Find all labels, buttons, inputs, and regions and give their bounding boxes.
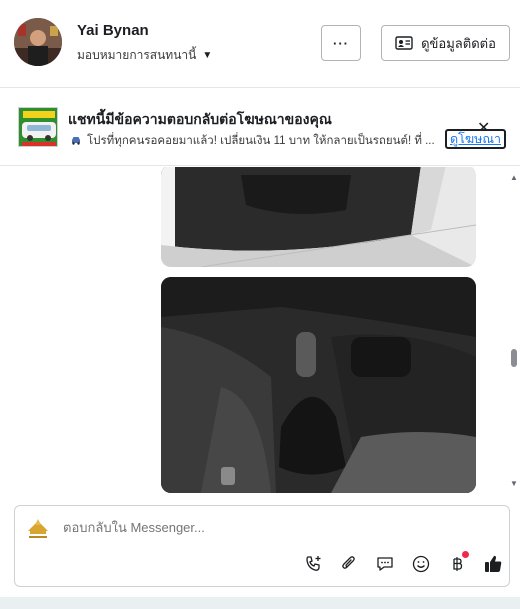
message-photo-gear-shift[interactable]	[161, 277, 476, 493]
assign-conversation-dropdown[interactable]: มอบหมายการสนทนานี้ ▼	[77, 46, 212, 65]
message-input[interactable]	[63, 520, 463, 535]
message-photo-car-door[interactable]	[161, 167, 476, 267]
more-options-label: ···	[333, 35, 349, 51]
ad-thumbnail[interactable]	[18, 107, 58, 147]
message-thread[interactable]	[0, 167, 520, 493]
scroll-down-arrow-icon[interactable]: ▼	[510, 479, 518, 488]
contact-name: Yai Bynan	[77, 22, 149, 39]
more-options-button[interactable]: ···	[321, 25, 361, 61]
view-ad-link[interactable]: ดูโฆษณา	[445, 129, 506, 149]
ad-preview-text: โปรที่ทุกคนรอคอยมาแล้ว! เปลี่ยนเงิน 11 บ…	[70, 132, 440, 150]
phone-plus-icon[interactable]	[295, 552, 331, 576]
bottom-strip	[0, 597, 520, 609]
ad-reply-banner: แชทนี้มีข้อความตอบกลับต่อโฆษณาของคุณ โปร…	[0, 88, 520, 166]
chat-bubble-icon[interactable]	[367, 552, 403, 576]
smiley-icon[interactable]	[403, 552, 439, 576]
avatar[interactable]	[14, 18, 62, 66]
thumbs-up-icon[interactable]	[475, 552, 511, 576]
scroll-up-arrow-icon[interactable]: ▲	[510, 173, 518, 182]
scrollbar-thumb[interactable]	[511, 349, 517, 367]
baht-icon[interactable]	[439, 551, 475, 576]
notification-dot	[462, 551, 469, 558]
contact-card-icon	[395, 36, 413, 50]
composer-toolbar	[295, 551, 511, 576]
page-avatar	[25, 516, 51, 542]
thread-scrollbar[interactable]: ▲ ▼	[508, 167, 520, 493]
contact-info-label: ดูข้อมูลติดต่อ	[421, 35, 496, 51]
message-composer	[14, 505, 510, 587]
conversation-header: Yai Bynan มอบหมายการสนทนานี้ ▼ ··· ดูข้อ…	[0, 0, 520, 88]
ad-preview-label: โปรที่ทุกคนรอคอยมาแล้ว! เปลี่ยนเงิน 11 บ…	[87, 135, 435, 147]
view-contact-info-button[interactable]: ดูข้อมูลติดต่อ	[381, 25, 510, 61]
paperclip-icon[interactable]	[331, 552, 367, 576]
caret-down-icon: ▼	[202, 50, 213, 61]
car-icon	[70, 135, 82, 148]
assign-label: มอบหมายการสนทนานี้	[77, 48, 197, 62]
ad-banner-title: แชทนี้มีข้อความตอบกลับต่อโฆษณาของคุณ	[68, 111, 332, 127]
